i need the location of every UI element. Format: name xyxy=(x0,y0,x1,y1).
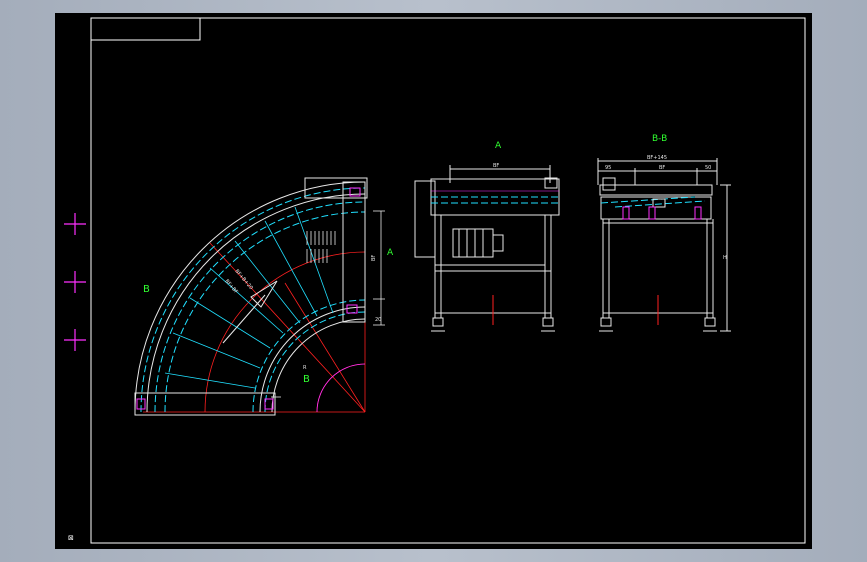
view-bb-magenta xyxy=(622,206,702,220)
dim-small-label: 20 xyxy=(375,317,381,323)
view-bb-dim-total: BF+145 xyxy=(647,155,667,161)
view-bb-dim-height: H xyxy=(723,255,727,261)
title-block xyxy=(90,17,201,41)
cad-drawing: ⊠ B B A BF 20 R BF+BF BF+B+20 A BF B-B B… xyxy=(64,17,806,544)
view-bb xyxy=(597,158,731,332)
drawing-border xyxy=(90,17,806,544)
view-bb-dim-right: 50 xyxy=(705,165,711,171)
plan-view xyxy=(134,177,385,416)
view-a-dim-top: BF xyxy=(493,163,499,169)
view-bb-title: B-B xyxy=(652,134,667,144)
section-mark-left: B xyxy=(143,284,150,295)
registration-marks xyxy=(64,213,86,351)
corner-mark: ⊠ xyxy=(68,534,74,542)
dim-vertical-label: BF xyxy=(371,255,377,261)
view-arrow-label: A xyxy=(387,248,394,258)
dim-arc-1: BF+BF xyxy=(223,278,238,295)
view-bb-dim-mid: BF xyxy=(659,165,665,171)
dim-radius-label: R xyxy=(303,365,307,371)
view-a xyxy=(414,165,560,332)
view-bb-dim-left: 95 xyxy=(605,165,611,171)
section-mark-right: B xyxy=(303,374,310,385)
drawing-sheet: ⊠ B B A BF 20 R BF+BF BF+B+20 A BF B-B B… xyxy=(55,13,812,549)
view-a-title: A xyxy=(495,141,502,151)
